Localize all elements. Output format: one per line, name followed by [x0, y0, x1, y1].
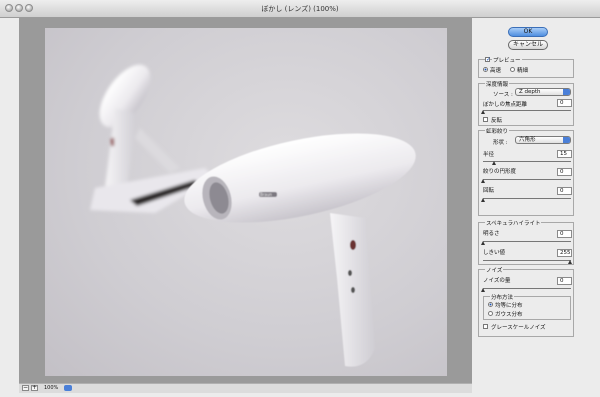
threshold-slider[interactable]: [483, 260, 571, 261]
lens-blur-dialog: ぼかし (レンズ) (100%) Braun − + 100% OK キャンセル…: [0, 0, 600, 397]
uniform-radio[interactable]: [488, 302, 493, 307]
source-value: Z depth: [519, 89, 541, 95]
invert-label: 反転: [491, 118, 503, 124]
curvature-knob[interactable]: [481, 179, 485, 183]
chevron-down-icon: [563, 137, 570, 143]
preview-checkbox-label: プレビュー: [492, 56, 522, 64]
brightness-field[interactable]: 0: [557, 230, 572, 238]
rotation-slider[interactable]: [483, 198, 571, 199]
source-select[interactable]: Z depth: [515, 88, 571, 96]
uniform-label: 均等に分布: [495, 303, 523, 309]
zoom-popup-icon[interactable]: [64, 385, 72, 391]
threshold-field[interactable]: 255: [557, 249, 572, 257]
cancel-button[interactable]: キャンセル: [508, 40, 548, 50]
curvature-field[interactable]: 0: [557, 168, 572, 176]
title-bar: ぼかし (レンズ) (100%): [0, 0, 600, 18]
noise-amount-knob[interactable]: [481, 288, 485, 292]
brand-text: Braun: [260, 192, 272, 197]
threshold-knob[interactable]: [568, 260, 572, 264]
focal-distance-knob[interactable]: [481, 110, 485, 114]
hair-dryer-image: Braun: [90, 64, 416, 367]
noise-group: ノイズ ノイズの量 0 分布方法 均等に分布 ガウス分布 グレースケールノイズ: [478, 266, 574, 337]
threshold-label: しきい値: [483, 250, 506, 256]
zoom-bar: − + 100%: [19, 383, 472, 393]
rotation-knob[interactable]: [481, 198, 485, 202]
depth-map-group: 深度情報 ソース : Z depth ぼかしの焦点距離 0 反転: [478, 80, 574, 126]
radius-field[interactable]: 15: [557, 150, 572, 158]
brightness-knob[interactable]: [481, 241, 485, 245]
noise-amount-label: ノイズの量: [483, 278, 511, 284]
preview-group: プレビュー 高速 精細: [478, 56, 574, 78]
shape-label: 形状 :: [493, 140, 508, 146]
brightness-slider[interactable]: [483, 241, 571, 242]
gaussian-radio[interactable]: [488, 311, 493, 316]
zoom-out-button[interactable]: −: [22, 385, 29, 391]
rotation-label: 回転: [483, 188, 495, 194]
iris-title: 虹彩絞り: [485, 127, 510, 135]
fast-label: 高速: [490, 68, 502, 74]
depth-map-title: 深度情報: [485, 80, 510, 88]
invert-checkbox[interactable]: [483, 117, 488, 122]
window-title: ぼかし (レンズ) (100%): [261, 5, 339, 13]
zoom-level: 100%: [44, 385, 59, 391]
focal-distance-field[interactable]: 0: [557, 99, 572, 107]
radius-knob[interactable]: [492, 161, 496, 165]
brightness-label: 明るさ: [483, 231, 500, 237]
curvature-label: 絞りの円形度: [483, 169, 517, 175]
zoom-in-button[interactable]: +: [31, 385, 38, 391]
monochromatic-label: グレースケールノイズ: [491, 325, 546, 331]
radius-label: 半径: [483, 152, 495, 158]
shape-select[interactable]: 六角形: [515, 136, 571, 144]
shape-value: 六角形: [519, 137, 536, 143]
noise-amount-field[interactable]: 0: [557, 277, 572, 285]
preview-checkbox[interactable]: [485, 56, 491, 63]
noise-amount-slider[interactable]: [483, 288, 571, 289]
fast-radio[interactable]: [483, 67, 488, 72]
preview-image[interactable]: Braun: [45, 28, 447, 376]
monochromatic-checkbox[interactable]: [483, 324, 488, 329]
distribution-title: 分布方法: [490, 293, 515, 301]
accurate-label: 精細: [517, 68, 529, 74]
focal-distance-slider[interactable]: [483, 110, 571, 111]
accurate-radio[interactable]: [510, 67, 515, 72]
ok-button[interactable]: OK: [508, 27, 548, 37]
preview-area[interactable]: Braun: [19, 18, 472, 383]
curvature-slider[interactable]: [483, 179, 571, 180]
chevron-down-icon: [563, 89, 570, 95]
radius-slider[interactable]: [483, 161, 571, 162]
source-label: ソース :: [493, 92, 513, 98]
gaussian-label: ガウス分布: [495, 312, 523, 318]
iris-group: 虹彩絞り 形状 : 六角形 半径 15 絞りの円形度 0 回転 0: [478, 127, 574, 216]
noise-title: ノイズ: [485, 266, 504, 274]
distribution-group: 分布方法 均等に分布 ガウス分布: [483, 293, 571, 320]
rotation-field[interactable]: 0: [557, 187, 572, 195]
focal-distance-label: ぼかしの焦点距離: [483, 102, 528, 108]
specular-title: スペキュラハイライト: [485, 219, 542, 227]
settings-panel: OK キャンセル プレビュー 高速 精細 深度情報 ソース : Z depth …: [474, 18, 586, 393]
specular-group: スペキュラハイライト 明るさ 0 しきい値 255: [478, 219, 574, 265]
